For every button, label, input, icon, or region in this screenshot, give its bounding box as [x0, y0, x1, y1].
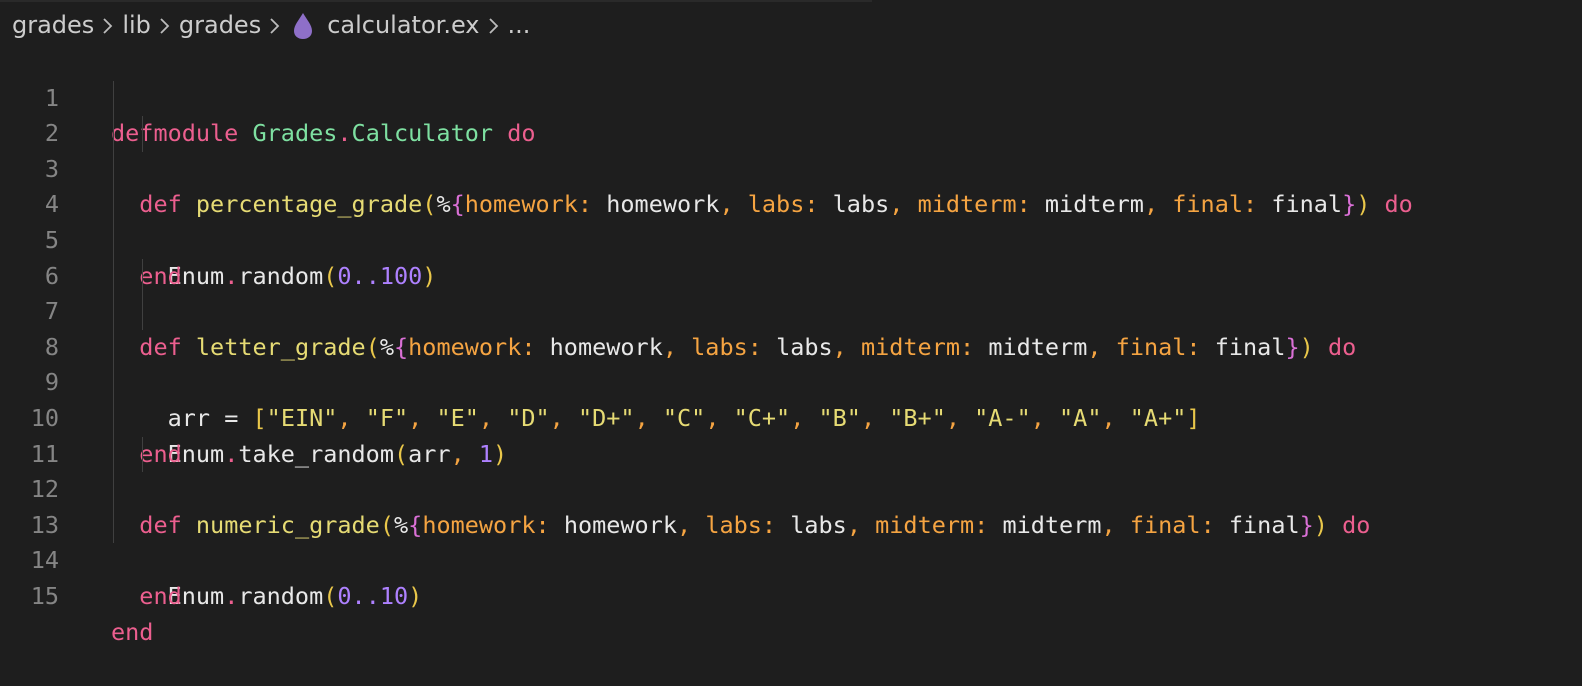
- code-line[interactable]: 5: [0, 187, 1582, 254]
- token-number: 10: [379, 581, 409, 610]
- code-line[interactable]: 1 defmodule Grades.Calculator do: [0, 45, 1582, 148]
- code-editor[interactable]: 1 defmodule Grades.Calculator do 2 def p…: [0, 45, 1582, 646]
- code-line[interactable]: 6 def letter_grade(%{homework: homework,…: [0, 222, 1582, 361]
- code-line[interactable]: 10: [0, 365, 1582, 432]
- breadcrumb-item-calculator-ex[interactable]: calculator.ex: [327, 11, 479, 39]
- chevron-right-icon: [151, 13, 179, 37]
- breadcrumb-item-grades-folder[interactable]: grades: [179, 11, 261, 39]
- indent-guide: [113, 365, 114, 401]
- code-line[interactable]: 7 arr = ["EIN", "F", "E", "D", "D+", "C"…: [0, 258, 1582, 432]
- code-line[interactable]: 9 end: [0, 329, 1582, 468]
- indent-guide: [113, 400, 114, 437]
- code-line[interactable]: 14: [0, 507, 1582, 574]
- indent-guide: [113, 187, 114, 223]
- indent-guide: [113, 507, 114, 544]
- code-line[interactable]: 12 Enum.random(0..10): [0, 436, 1582, 610]
- token-keyword: end: [111, 617, 154, 646]
- token-dot: .: [224, 581, 239, 610]
- indent-guide: [142, 294, 143, 330]
- elixir-drop-icon: [293, 12, 313, 40]
- token-function: random: [238, 581, 324, 610]
- line-number: 15: [30, 581, 59, 610]
- code-line[interactable]: 4 end: [0, 151, 1582, 290]
- indent-guide: [113, 258, 114, 295]
- code-line[interactable]: 11 def numeric_grade(%{homework: homewor…: [0, 400, 1582, 539]
- indent-guide: [113, 116, 114, 152]
- chevron-right-icon: [261, 13, 289, 37]
- code-text[interactable]: end: [111, 579, 182, 615]
- token-paren: ): [408, 581, 423, 610]
- indent-guide: [113, 80, 114, 117]
- chevron-right-icon: [94, 13, 122, 37]
- indent-guide: [113, 436, 114, 473]
- indent-guide: [113, 472, 114, 508]
- token-range: ..: [351, 581, 380, 610]
- code-line[interactable]: 13 end: [0, 472, 1582, 610]
- token-keyword: end: [139, 581, 182, 610]
- code-text[interactable]: end: [111, 615, 153, 651]
- code-line[interactable]: 15 end: [0, 543, 1582, 646]
- indent-guide: [142, 116, 143, 152]
- breadcrumb-item-lib[interactable]: lib: [122, 11, 151, 39]
- breadcrumb-item-symbols[interactable]: ...: [508, 11, 531, 39]
- code-line[interactable]: 2 def percentage_grade(%{homework: homew…: [0, 80, 1582, 218]
- indent-guide: [142, 436, 143, 473]
- token-number: 0: [337, 581, 352, 610]
- chevron-right-icon: [480, 13, 508, 37]
- token-paren: (: [323, 581, 338, 610]
- code-line[interactable]: 3 Enum.random(0..100): [0, 116, 1582, 290]
- indent-guide: [113, 329, 114, 366]
- breadcrumb-item-grades[interactable]: grades: [12, 11, 94, 39]
- tab-bar-edge: [0, 0, 872, 2]
- breadcrumb: grades lib grades calculator.ex ...: [12, 8, 530, 42]
- indent-guide: [113, 151, 114, 188]
- indent-guide: [142, 258, 143, 295]
- indent-guide: [113, 294, 114, 330]
- indent-guide: [113, 222, 114, 259]
- code-line[interactable]: 8 Enum.take_random(arr, 1): [0, 294, 1582, 468]
